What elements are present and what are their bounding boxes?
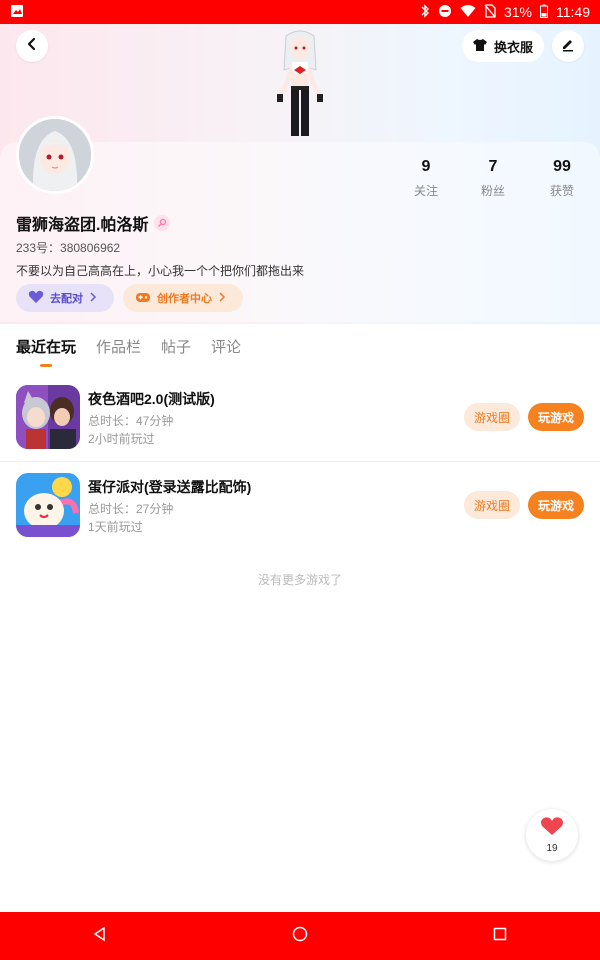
- followers-stat[interactable]: 7 粉丝: [463, 158, 523, 199]
- game-duration: 总时长：47分钟: [88, 414, 174, 428]
- avatar-character-figure: [264, 30, 336, 142]
- tab-comments[interactable]: 评论: [211, 336, 241, 357]
- game-circle-button[interactable]: 游戏圈: [464, 491, 520, 519]
- system-nav-bar: [0, 912, 600, 960]
- play-game-button[interactable]: 玩游戏: [528, 491, 584, 519]
- user-id: 233号：380806962: [16, 241, 121, 255]
- game-icon-nightbar[interactable]: [16, 385, 80, 449]
- following-label: 关注: [413, 184, 438, 198]
- tab-recent-played[interactable]: 最近在玩: [16, 336, 76, 367]
- nav-back-button[interactable]: [80, 916, 120, 956]
- creator-center-label: 创作者中心: [157, 293, 212, 305]
- tab-works[interactable]: 作品栏: [96, 336, 141, 357]
- gallery-notification-icon: [10, 4, 24, 21]
- game-title: 夜色酒吧2.0(测试版): [88, 391, 215, 407]
- no-more-games-text: 没有更多游戏了: [257, 573, 342, 587]
- nav-home-button[interactable]: [280, 916, 320, 956]
- followers-label: 粉丝: [480, 184, 505, 198]
- tab-posts[interactable]: 帖子: [161, 336, 191, 357]
- wifi-icon: [460, 4, 476, 21]
- back-button[interactable]: [16, 30, 48, 62]
- match-button[interactable]: 去配对: [16, 284, 114, 312]
- avatar[interactable]: [16, 116, 94, 194]
- bluetooth-icon: [420, 3, 430, 21]
- likes-stat[interactable]: 99 获赞: [532, 158, 592, 199]
- change-outfit-button[interactable]: 换衣服: [462, 30, 544, 62]
- female-gender-icon: [154, 215, 171, 231]
- username: 雷狮海盗团.帕洛斯: [16, 211, 171, 235]
- battery-icon: [540, 4, 548, 21]
- game-last-played: 2小时前玩过: [88, 432, 155, 446]
- game-duration: 总时长：27分钟: [88, 502, 174, 516]
- dnd-icon: [438, 4, 452, 21]
- game-last-played: 1天前玩过: [88, 520, 143, 534]
- tshirt-icon: [472, 38, 488, 55]
- game-list-item[interactable]: 夜色酒吧2.0(测试版) 总时长：47分钟 2小时前玩过 游戏圈 玩游戏: [0, 385, 600, 473]
- battery-level: 31%: [503, 4, 532, 20]
- game-circle-button[interactable]: 游戏圈: [464, 403, 520, 431]
- nav-recents-button[interactable]: [480, 916, 520, 956]
- play-game-button[interactable]: 玩游戏: [528, 403, 584, 431]
- likes-count: 99: [553, 158, 571, 175]
- following-stat[interactable]: 9 关注: [396, 158, 456, 199]
- profile-tabs: 最近在玩 作品栏 帖子 评论: [16, 336, 241, 367]
- followers-count: 7: [488, 158, 498, 175]
- likes-label: 获赞: [549, 184, 574, 198]
- change-outfit-label: 换衣服: [494, 39, 534, 55]
- pencil-icon: [560, 36, 576, 57]
- game-title: 蛋仔派对(登录送露比配饰): [88, 479, 252, 495]
- like-count: 19: [546, 843, 558, 854]
- username-text: 雷狮海盗团.帕洛斯: [16, 217, 149, 234]
- clock: 11:49: [556, 4, 590, 20]
- edit-profile-button[interactable]: [552, 30, 584, 62]
- heart-icon: [540, 816, 564, 841]
- creator-center-button[interactable]: 创作者中心: [123, 284, 243, 312]
- following-count: 9: [421, 158, 431, 175]
- match-label: 去配对: [50, 293, 83, 305]
- divider: [0, 461, 600, 462]
- gamepad-icon: [135, 290, 151, 307]
- game-icon-eggy-party[interactable]: [16, 473, 80, 537]
- triangle-back-icon: [92, 926, 108, 947]
- circle-home-icon: [292, 926, 308, 947]
- status-bar: 31% 11:49: [0, 0, 600, 24]
- no-sim-icon: [484, 3, 496, 21]
- game-list-item[interactable]: 蛋仔派对(登录送露比配饰) 总时长：27分钟 1天前玩过 游戏圈 玩游戏: [0, 473, 600, 561]
- chevron-right-icon: [218, 291, 226, 305]
- chevron-right-icon: [89, 291, 97, 305]
- heart-icon: [28, 290, 44, 307]
- chevron-left-icon: [25, 37, 39, 56]
- user-bio: 不要以为自己高高在上，小心我一个个把你们都拖出来: [16, 264, 305, 278]
- like-button[interactable]: 19: [526, 809, 578, 861]
- square-recents-icon: [492, 926, 508, 947]
